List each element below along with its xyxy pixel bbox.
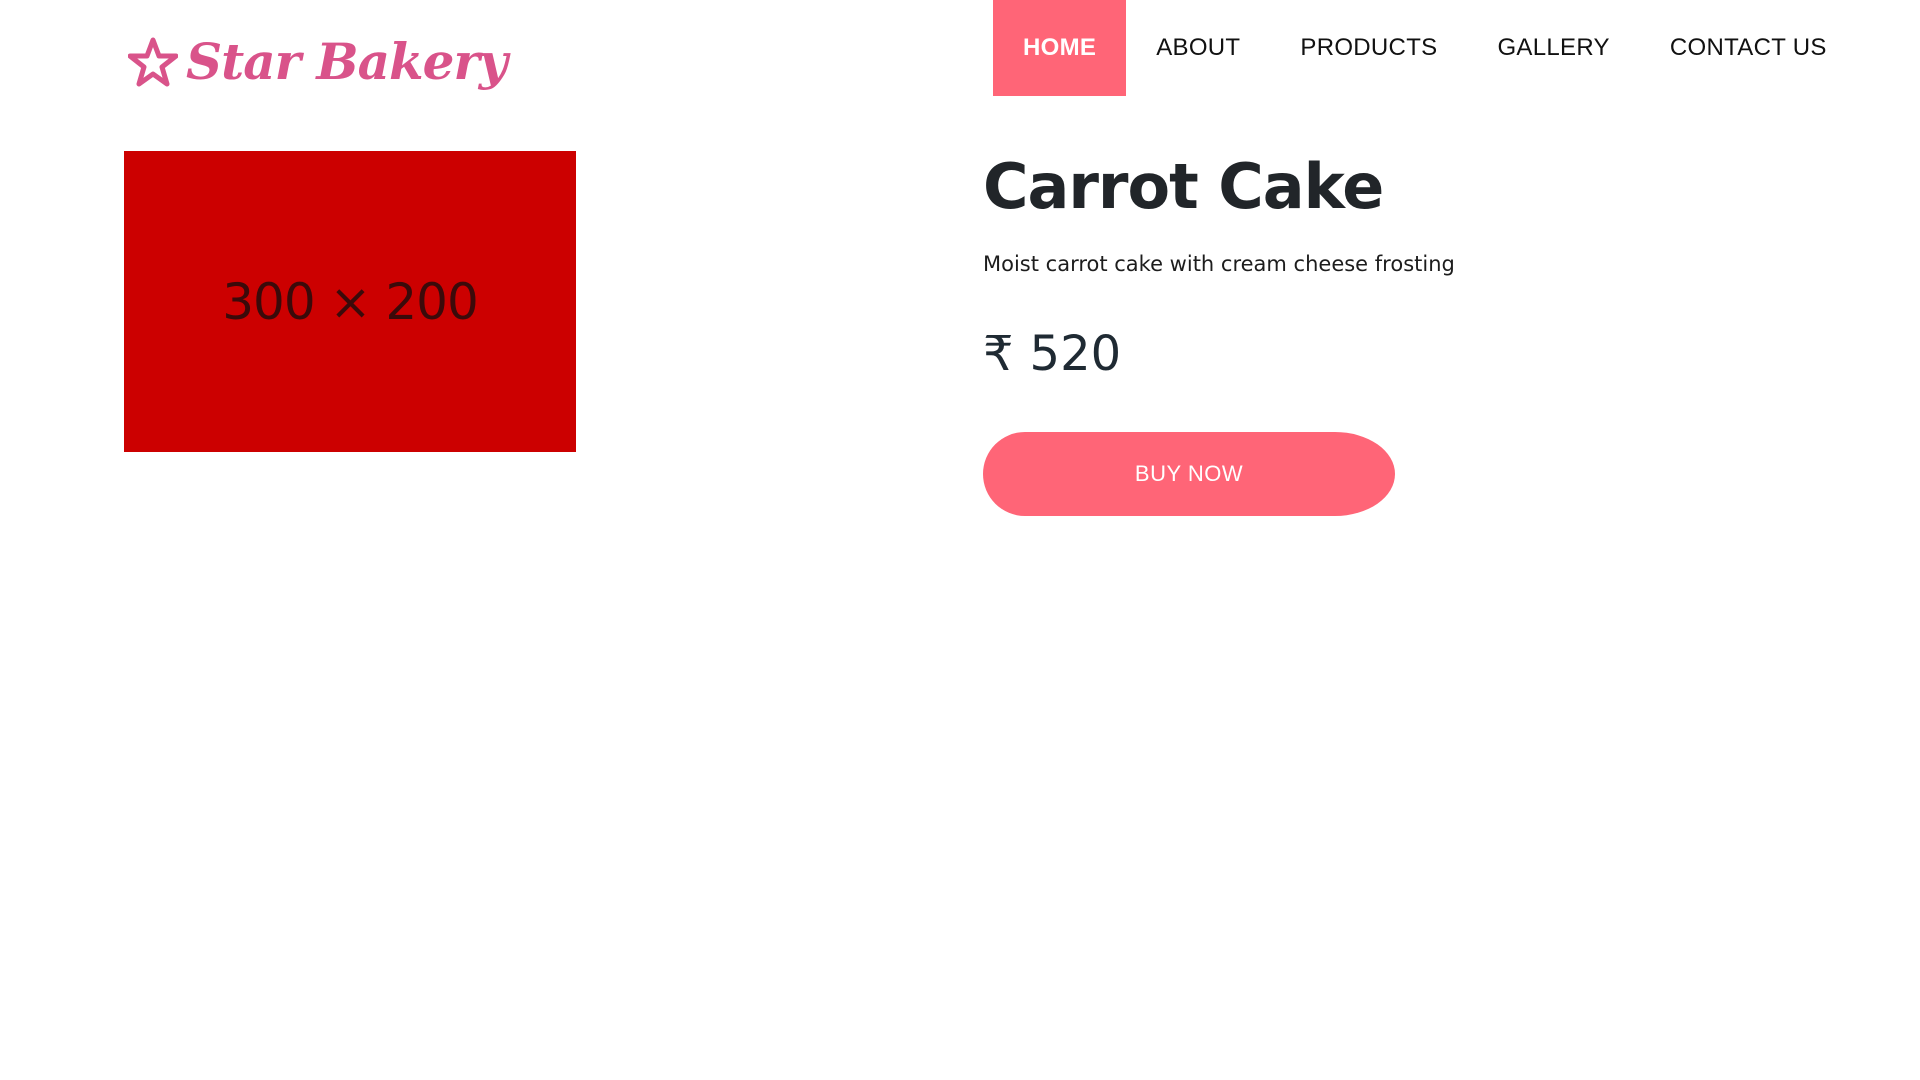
product-details: Carrot Cake Moist carrot cake with cream…: [983, 150, 1783, 378]
currency-symbol: ₹: [983, 326, 1014, 383]
image-placeholder-label: 300 × 200: [222, 272, 479, 331]
site-header: Star Bakery HOME ABOUT PRODUCTS GALLERY …: [0, 0, 1920, 97]
main-nav: HOME ABOUT PRODUCTS GALLERY CONTACT US: [993, 0, 1857, 96]
product-description: Moist carrot cake with cream cheese fros…: [983, 252, 1455, 277]
buy-now-button[interactable]: BUY NOW: [983, 432, 1395, 516]
product-price: ₹ 520: [983, 330, 1783, 378]
price-value: 520: [1029, 326, 1122, 383]
nav-item-contact-us[interactable]: CONTACT US: [1640, 0, 1857, 96]
brand-name: Star Bakery: [186, 32, 508, 91]
nav-item-gallery[interactable]: GALLERY: [1467, 0, 1639, 96]
star-icon: [128, 37, 178, 87]
product-title: Carrot Cake: [983, 150, 1384, 223]
page: Star Bakery HOME ABOUT PRODUCTS GALLERY …: [0, 0, 1920, 1080]
nav-item-products[interactable]: PRODUCTS: [1270, 0, 1467, 96]
nav-item-home[interactable]: HOME: [993, 0, 1127, 96]
nav-item-about[interactable]: ABOUT: [1126, 0, 1270, 96]
brand-logo[interactable]: Star Bakery: [128, 22, 508, 102]
product-image: 300 × 200: [124, 151, 576, 452]
